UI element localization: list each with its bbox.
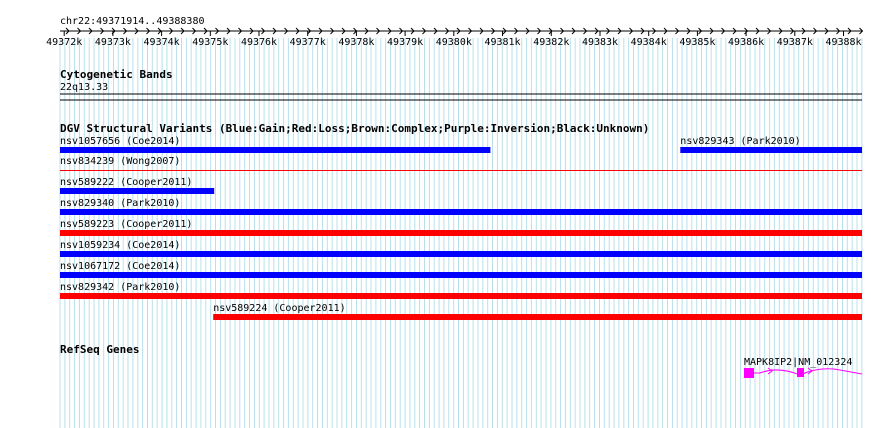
variant-label: nsv829343 (Park2010) (680, 136, 800, 147)
refseq-track-title: RefSeq Genes (60, 343, 139, 356)
refseq-gene-label: MAPK8IP2|NM_012324 (744, 357, 852, 368)
ruler-tick-label: 49376k (241, 37, 277, 48)
variant-bar (60, 293, 862, 299)
variant-label: nsv829340 (Park2010) (60, 198, 180, 209)
genome-browser-panel: chr22:49371914..49388380 49372k 49373k 493… (0, 0, 890, 428)
cytoband-track-title: Cytogenetic Bands (60, 68, 173, 81)
ruler-tick-label: 49378k (338, 37, 374, 48)
variant-label: nsv834239 (Wong2007) (60, 156, 180, 167)
variant-bar (60, 147, 491, 153)
cytoband-label: 22q13.33 (60, 82, 108, 93)
variant-bar (60, 230, 862, 236)
ruler-tick-label: 49380k (436, 37, 472, 48)
ruler-tick-label: 49377k (290, 37, 326, 48)
variant-bar (60, 209, 862, 215)
ruler-tick-label: 49379k (387, 37, 423, 48)
ruler-tick-label: 49388k (825, 37, 861, 48)
variant-label: nsv589224 (Cooper2011) (213, 303, 345, 314)
variant-bar (60, 272, 862, 278)
ruler-tick-label: 49386k (728, 37, 764, 48)
ruler-location-label: chr22:49371914..49388380 (60, 16, 205, 27)
variant-label: nsv829342 (Park2010) (60, 282, 180, 293)
variant-label: nsv589222 (Cooper2011) (60, 177, 192, 188)
ruler-tick-label: 49373k (95, 37, 131, 48)
ruler-tick-label: 49387k (777, 37, 813, 48)
variant-bar (60, 188, 215, 194)
ruler-tick-label: 49375k (192, 37, 228, 48)
dgv-variant[interactable]: nsv589222 (Cooper2011) (60, 177, 215, 194)
ruler-tick-label: 49382k (533, 37, 569, 48)
variant-bar (680, 147, 862, 153)
variant-label: nsv589223 (Cooper2011) (60, 219, 192, 230)
variant-bar (60, 170, 862, 171)
variant-bar (213, 314, 862, 320)
gene-exon (797, 368, 804, 377)
gene-exon (744, 368, 754, 378)
variant-label: nsv1059234 (Coe2014) (60, 240, 180, 251)
ruler-tick-label: 49384k (631, 37, 667, 48)
ruler-tick-label: 49372k (46, 37, 82, 48)
dgv-track-title: DGV Structural Variants (Blue:Gain;Red:L… (60, 122, 649, 135)
ruler-tick-label: 49374k (144, 37, 180, 48)
variant-bar (60, 251, 862, 257)
ruler-tick-label: 49385k (679, 37, 715, 48)
variant-label: nsv1057656 (Coe2014) (60, 136, 180, 147)
ruler-tick-label: 49383k (582, 37, 618, 48)
variant-label: nsv1067172 (Coe2014) (60, 261, 180, 272)
ruler-tick-label: 49381k (484, 37, 520, 48)
